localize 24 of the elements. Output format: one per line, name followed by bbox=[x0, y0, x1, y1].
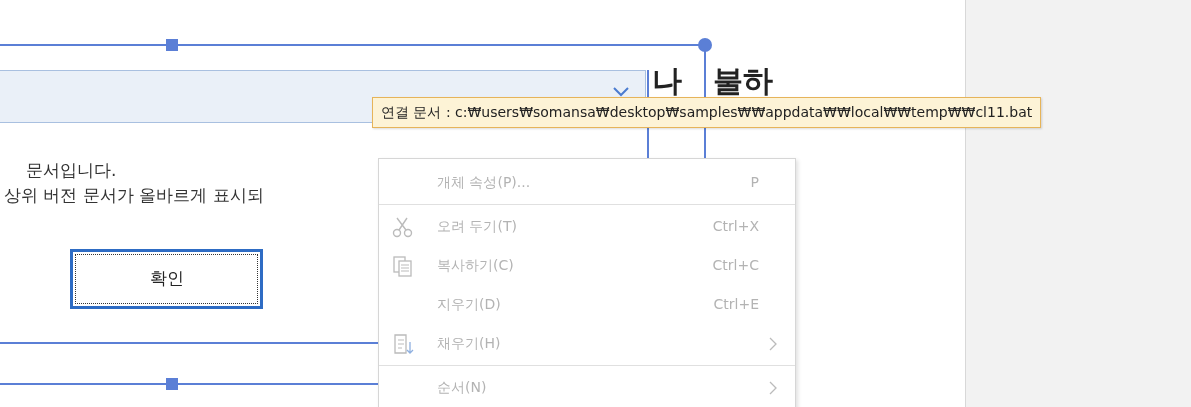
menu-label: 채우기(H) bbox=[437, 334, 502, 353]
chevron-right-icon bbox=[769, 380, 777, 395]
chevron-down-icon[interactable] bbox=[612, 86, 630, 98]
menu-label: 순서(N) bbox=[437, 378, 488, 397]
shortcut-text: P bbox=[750, 173, 759, 192]
dialog-message: 문서입니다. bbox=[26, 159, 117, 182]
resize-handle[interactable] bbox=[166, 378, 178, 390]
menu-label: 복사하기(C) bbox=[437, 256, 515, 275]
tooltip: 연결 문서 : c:₩users₩somansa₩desktop₩samples₩₩appdata₩₩local₩₩temp₩₩cl11.bat bbox=[372, 97, 1042, 128]
ok-button[interactable]: 확인 bbox=[70, 249, 263, 309]
copy-icon bbox=[391, 253, 415, 278]
shortcut-text: Ctrl+X bbox=[712, 217, 759, 236]
fill-icon bbox=[391, 331, 415, 356]
dialog-message: 상위 버전 문서가 올바르게 표시되 bbox=[4, 184, 264, 207]
rotate-handle[interactable] bbox=[698, 38, 712, 52]
menu-label: 개체 속성(P)... bbox=[437, 173, 532, 192]
shortcut-text: Ctrl+E bbox=[713, 295, 759, 314]
chevron-right-icon bbox=[769, 336, 777, 351]
heading-text: 나 bbox=[652, 62, 682, 100]
heading-text: 불하 bbox=[713, 62, 773, 100]
menu-label: 지우기(D) bbox=[437, 295, 502, 314]
shortcut-text: Ctrl+C bbox=[712, 256, 759, 275]
resize-handle[interactable] bbox=[166, 39, 178, 51]
menu-label: 오려 두기(T) bbox=[437, 217, 518, 236]
